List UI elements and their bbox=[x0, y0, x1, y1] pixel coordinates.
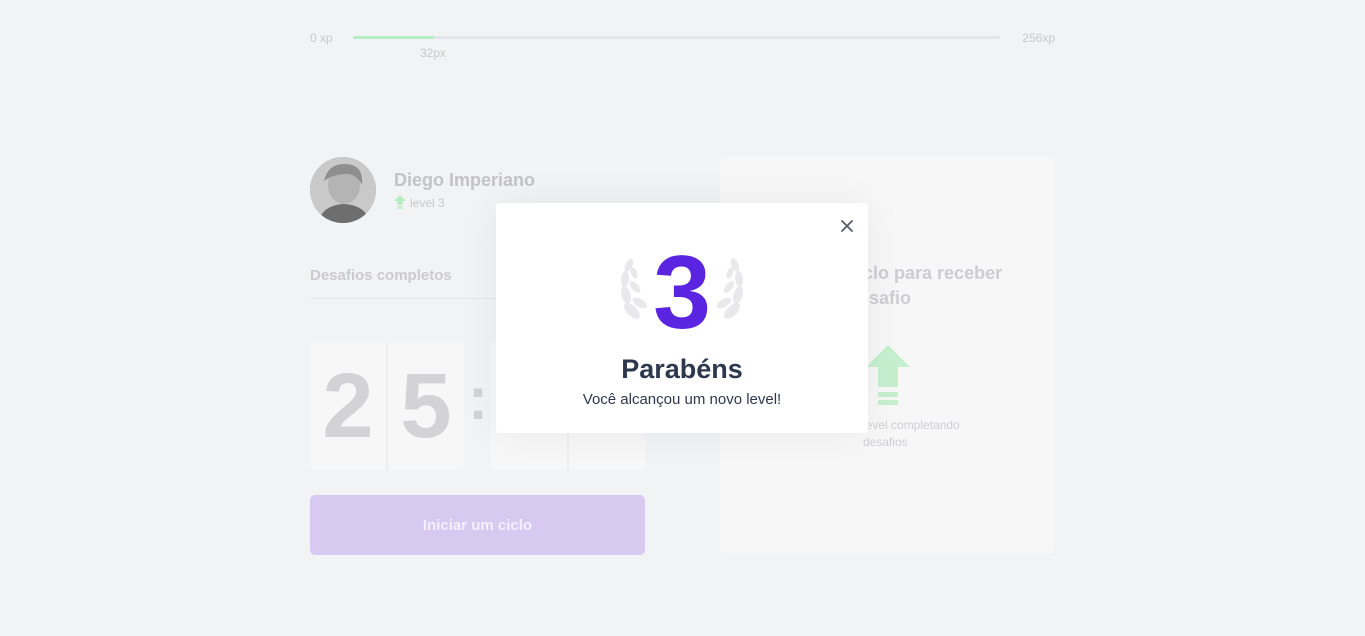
xp-max-label: 256xp bbox=[1022, 31, 1055, 45]
level-up-icon bbox=[866, 345, 910, 405]
experience-bar: 0 xp 32px 256xp bbox=[310, 26, 1055, 60]
challenge-card-text: ciclo para receber desafio bbox=[848, 263, 1003, 308]
xp-track bbox=[353, 36, 1000, 39]
profile-name: Diego Imperiano bbox=[394, 170, 536, 190]
minute-digit-1: 2 bbox=[322, 355, 374, 457]
profile-level: level 3 bbox=[410, 196, 445, 210]
completed-challenges-label: Desafios completos bbox=[310, 267, 452, 284]
modal-title: Parabéns bbox=[621, 354, 743, 384]
avatar bbox=[310, 157, 376, 223]
xp-fill bbox=[353, 36, 434, 39]
start-cycle-button[interactable]: Iniciar um ciclo bbox=[310, 495, 645, 555]
modal-subtitle: Você alcançou um novo level! bbox=[582, 391, 782, 408]
level-up-modal: 3 Parabéns Você alcançou um novo level! bbox=[496, 203, 868, 433]
level-up-icon bbox=[394, 195, 406, 209]
minute-digit-2: 5 bbox=[400, 355, 452, 457]
xp-current-label: 32px bbox=[420, 46, 447, 60]
challenge-card-hint: level completando desafios bbox=[863, 418, 960, 449]
countdown-colon: : bbox=[468, 365, 488, 432]
level-emblem: 3 bbox=[618, 241, 746, 345]
close-icon[interactable] bbox=[836, 215, 858, 237]
new-level-number: 3 bbox=[653, 235, 711, 351]
xp-min-label: 0 xp bbox=[310, 31, 333, 45]
minutes-box: 2 5 bbox=[310, 342, 464, 470]
